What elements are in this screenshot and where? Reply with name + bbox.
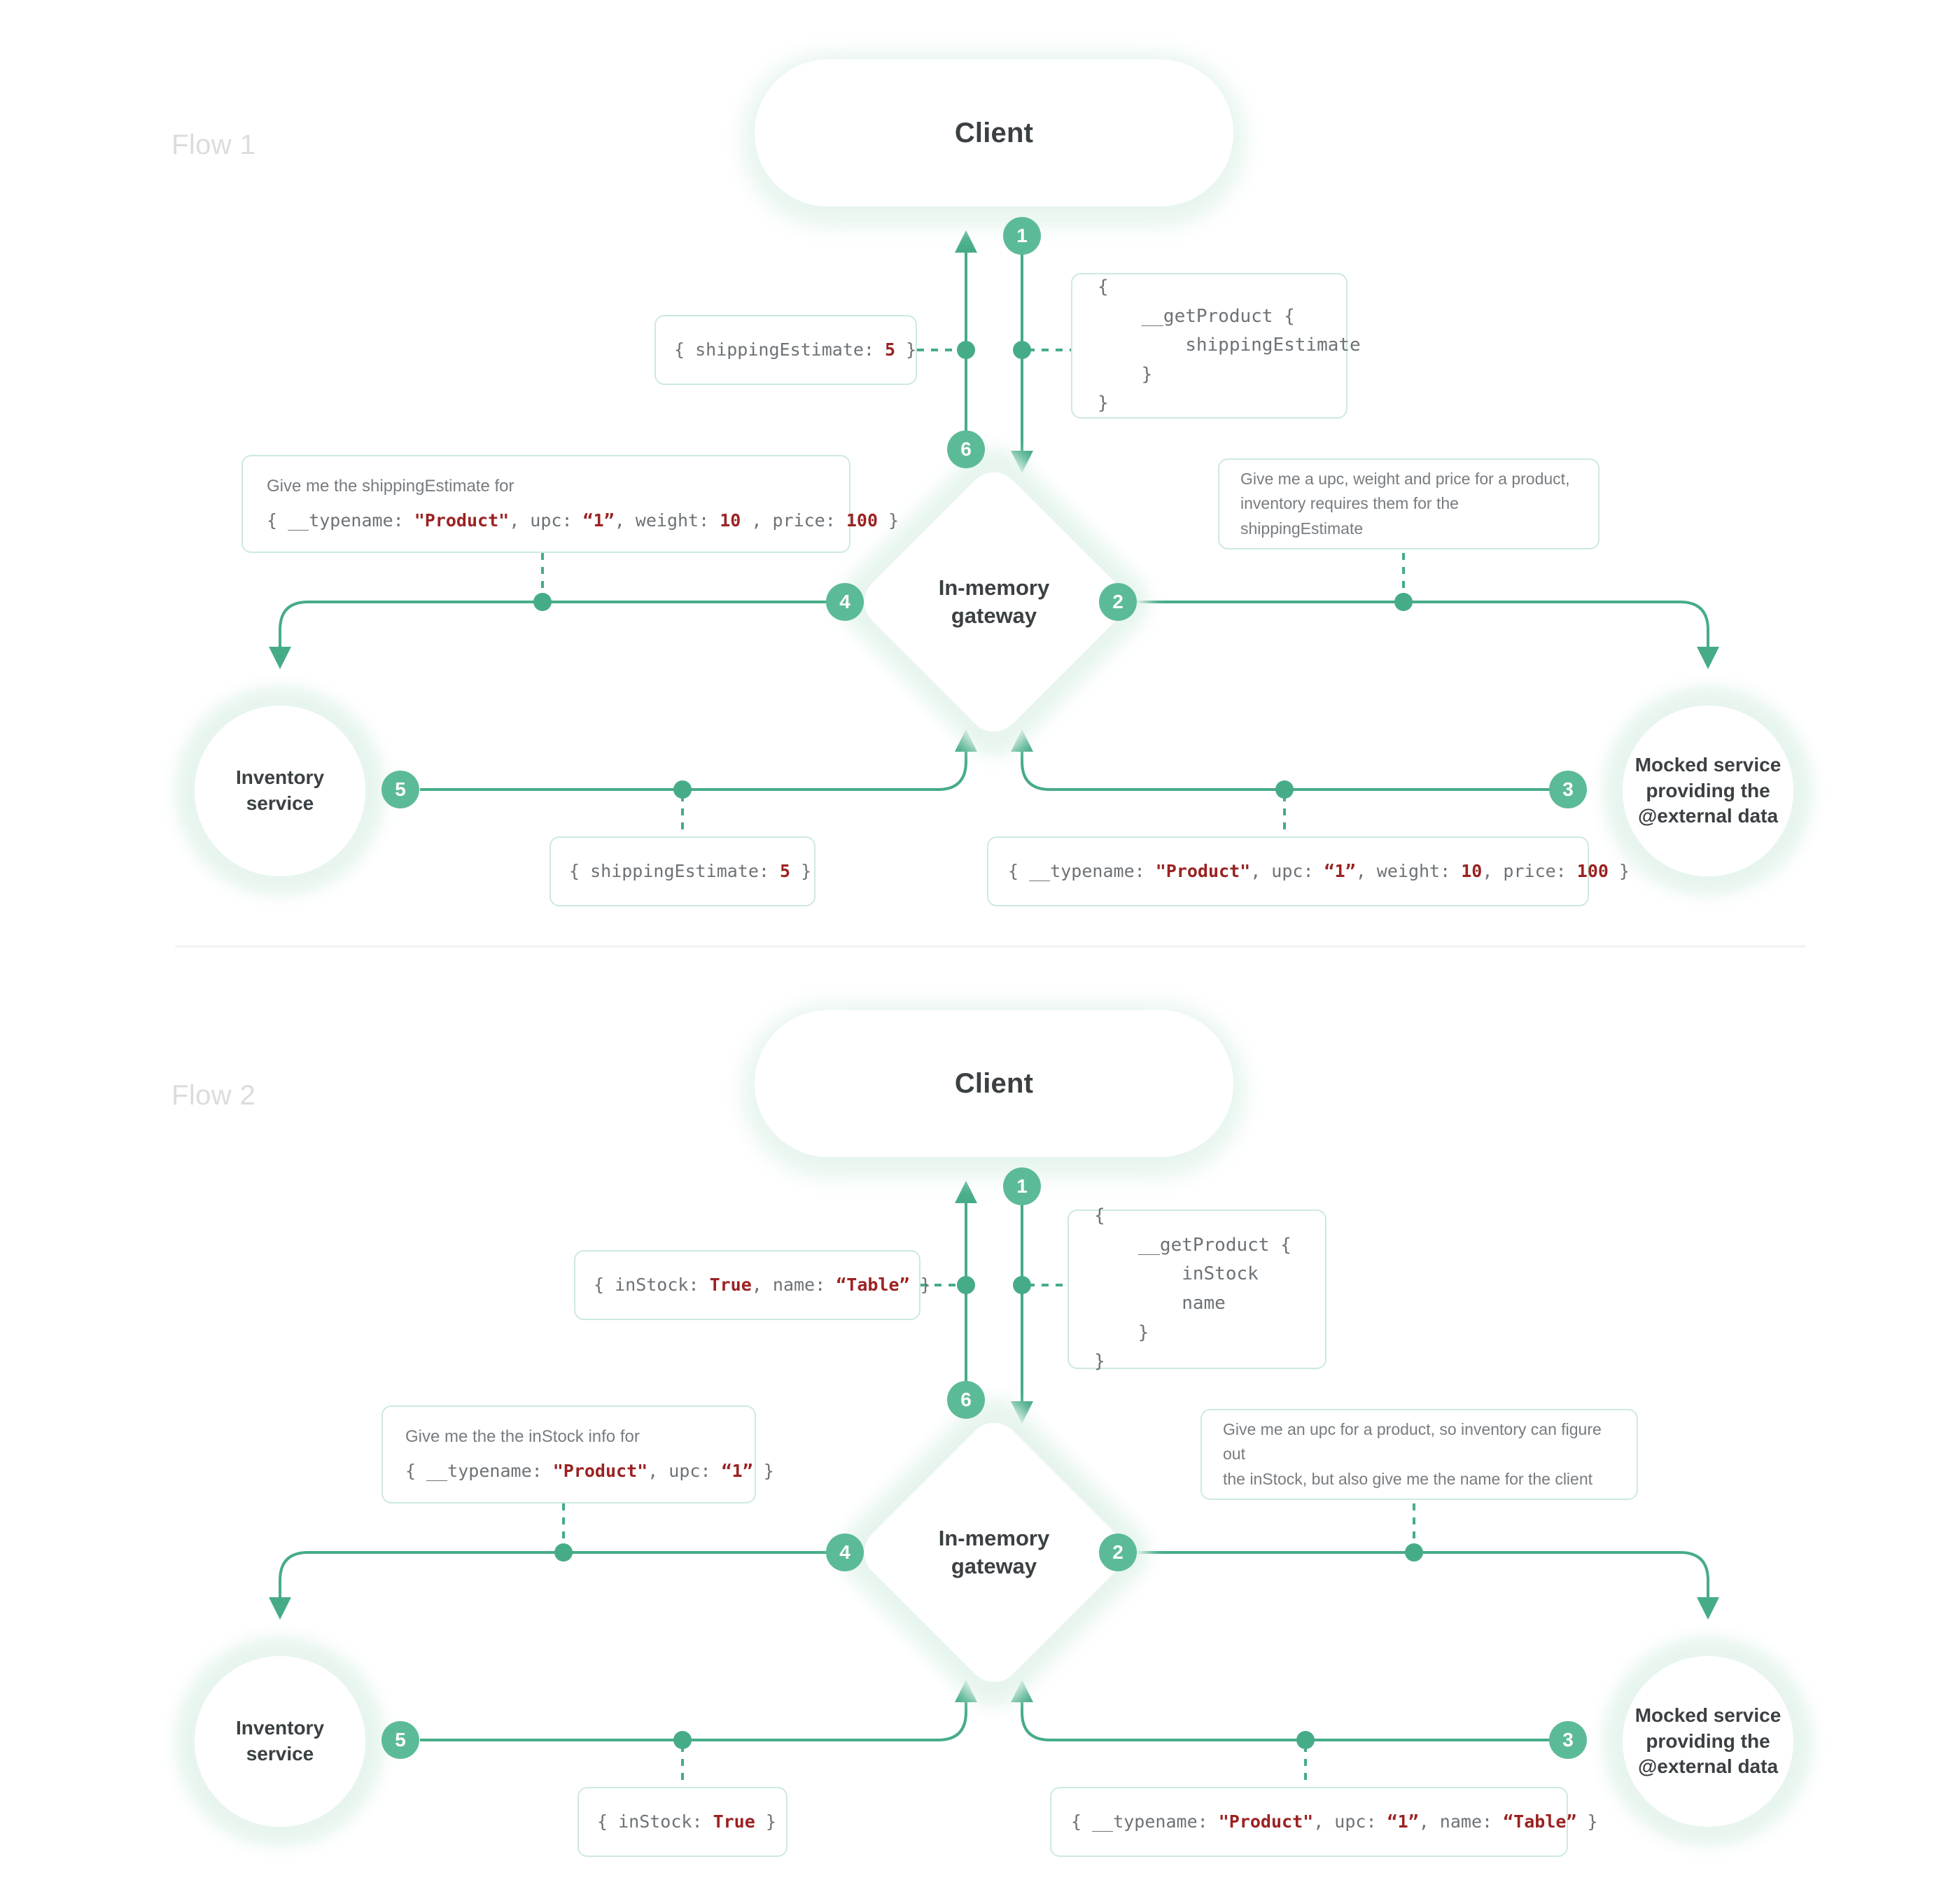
flow-2-diagram: Flow 2 Client In-memory gateway Inventor… — [0, 950, 1960, 1901]
gateway-label-line2: gateway — [951, 1554, 1037, 1578]
client-query-code: { __getProduct { shippingEstimate } } — [1098, 276, 1361, 414]
step-badge-4[interactable]: 4 — [826, 583, 864, 621]
step-badge-1[interactable]: 1 — [1003, 1167, 1041, 1205]
client-response-code: { inStock: True, name: “Table” } — [594, 1274, 931, 1295]
step-badge-6[interactable]: 6 — [947, 1381, 985, 1419]
mocked-label: Mocked service providing the @external d… — [1603, 686, 1813, 896]
mocked-label-line2: providing the — [1646, 779, 1770, 801]
mocked-response-box: { __typename: "Product", upc: “1”, name:… — [1050, 1787, 1598, 1857]
inventory-label-line2: service — [246, 1743, 314, 1765]
gateway-label: In-memory gateway — [875, 1433, 1113, 1671]
mocked-service-node[interactable]: Mocked service providing the @external d… — [1603, 686, 1813, 896]
mocked-response-box: { __typename: "Product", upc: “1”, weigh… — [987, 836, 1630, 906]
step-badge-1[interactable]: 1 — [1003, 217, 1041, 255]
flow-1-diagram: Flow 1 Client In-memory gateway Inventor… — [0, 0, 1960, 950]
step-badge-6[interactable]: 6 — [947, 430, 985, 468]
mocked-response-code: { __typename: "Product", upc: “1”, weigh… — [1008, 860, 1630, 881]
step-badge-2[interactable]: 2 — [1099, 1534, 1137, 1571]
client-query-code: { __getProduct { inStock name } } — [1094, 1205, 1292, 1373]
client-label: Client — [954, 117, 1034, 148]
inventory-label: Inventory service — [175, 1636, 385, 1846]
gateway-to-inventory-note: Give me the shippingEstimate for { __typ… — [241, 455, 899, 553]
note-title: Give me the the inStock info for — [405, 1426, 640, 1446]
mocked-label-line2: providing the — [1646, 1730, 1770, 1752]
step-badge-4[interactable]: 4 — [826, 1534, 864, 1571]
note-line2: the inStock, but also give me the name f… — [1223, 1469, 1593, 1488]
mocked-service-node[interactable]: Mocked service providing the @external d… — [1603, 1636, 1813, 1846]
step-badge-5[interactable]: 5 — [382, 771, 419, 808]
mocked-label: Mocked service providing the @external d… — [1603, 1636, 1813, 1846]
client-box: Client — [755, 1010, 1233, 1157]
client-query-box: { __getProduct { inStock name } } — [1068, 1205, 1326, 1372]
client-label: Client — [954, 1067, 1034, 1099]
gateway-to-mocked-note: Give me a upc, weight and price for a pr… — [1218, 458, 1600, 549]
inventory-service-node[interactable]: Inventory service — [175, 686, 385, 896]
inventory-label-line1: Inventory — [235, 766, 325, 789]
step-badge-3[interactable]: 3 — [1549, 771, 1587, 808]
gateway-to-inventory-note: Give me the the inStock info for { __typ… — [382, 1405, 774, 1503]
client-query-box: { __getProduct { shippingEstimate } } — [1071, 273, 1361, 419]
mocked-label-line3: @external data — [1637, 1755, 1779, 1778]
gateway-node[interactable]: In-memory gateway — [825, 433, 1163, 771]
note-line1: Give me an upc for a product, so invento… — [1223, 1419, 1602, 1464]
inventory-service-node[interactable]: Inventory service — [175, 1636, 385, 1846]
step-badge-5[interactable]: 5 — [382, 1721, 419, 1759]
gateway-label-line2: gateway — [951, 603, 1037, 628]
note-code: { __typename: "Product", upc: “1” } — [405, 1460, 774, 1481]
note-line2: inventory requires them for the shipping… — [1240, 494, 1459, 538]
mocked-label-line3: @external data — [1637, 805, 1779, 827]
mocked-label-line1: Mocked service — [1634, 753, 1782, 776]
mocked-label-line1: Mocked service — [1634, 1704, 1782, 1726]
gateway-node[interactable]: In-memory gateway — [825, 1384, 1163, 1721]
inventory-response-code: { inStock: True } — [597, 1811, 776, 1832]
gateway-to-mocked-note: Give me an upc for a product, so invento… — [1200, 1409, 1638, 1500]
client-box: Client — [755, 59, 1233, 206]
inventory-label-line1: Inventory — [235, 1717, 325, 1739]
gateway-label: In-memory gateway — [875, 483, 1113, 721]
mocked-response-code: { __typename: "Product", upc: “1”, name:… — [1071, 1811, 1598, 1832]
note-code: { __typename: "Product", upc: “1”, weigh… — [267, 510, 899, 531]
note-title: Give me the shippingEstimate for — [267, 476, 514, 496]
client-response-box: { inStock: True, name: “Table” } — [574, 1250, 931, 1320]
gateway-label-line1: In-memory — [938, 1526, 1050, 1551]
client-response-box: { shippingEstimate: 5 } — [654, 315, 917, 385]
client-response-code: { shippingEstimate: 5 } — [674, 339, 917, 360]
inventory-response-box: { inStock: True } — [578, 1787, 788, 1857]
gateway-label-line1: In-memory — [938, 575, 1050, 601]
inventory-response-box: { shippingEstimate: 5 } — [550, 836, 816, 906]
inventory-label-line2: service — [246, 792, 314, 814]
client-node[interactable]: Client — [742, 1003, 1246, 1178]
inventory-response-code: { shippingEstimate: 5 } — [569, 860, 812, 881]
step-badge-2[interactable]: 2 — [1099, 583, 1137, 621]
note-line1: Give me a upc, weight and price for a pr… — [1240, 469, 1570, 488]
inventory-label: Inventory service — [175, 686, 385, 896]
client-node[interactable]: Client — [742, 52, 1246, 227]
step-badge-3[interactable]: 3 — [1549, 1721, 1587, 1759]
